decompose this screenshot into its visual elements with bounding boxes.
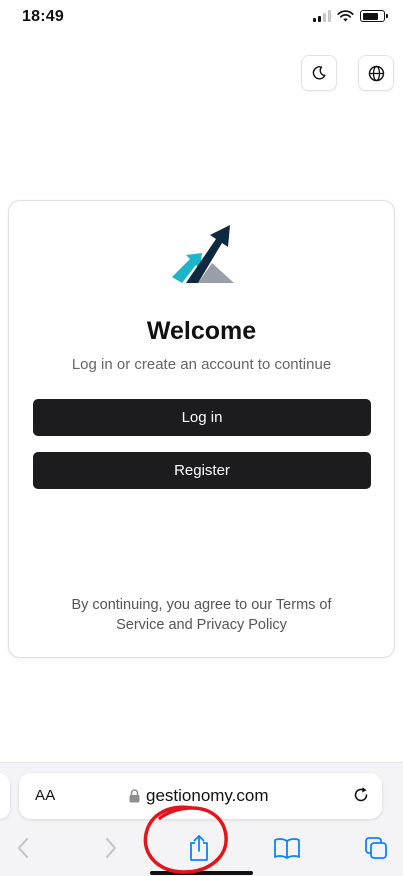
battery-icon bbox=[360, 10, 388, 22]
forward-button[interactable] bbox=[96, 833, 126, 863]
wifi-icon bbox=[337, 10, 354, 22]
url-text: gestionomy.com bbox=[146, 786, 269, 805]
reload-icon[interactable] bbox=[352, 786, 370, 804]
globe-icon bbox=[368, 65, 384, 81]
page-subtitle: Log in or create an account to continue bbox=[71, 356, 332, 373]
lock-icon bbox=[129, 789, 140, 803]
login-button[interactable]: Log in bbox=[33, 399, 371, 436]
app-logo bbox=[172, 225, 234, 283]
forward-icon bbox=[105, 837, 117, 859]
previous-tab-pill[interactable] bbox=[0, 773, 10, 819]
status-icons bbox=[313, 10, 388, 22]
share-icon bbox=[190, 835, 208, 861]
back-icon bbox=[17, 837, 29, 859]
language-button[interactable] bbox=[358, 55, 394, 91]
welcome-card: Welcome Log in or create an account to c… bbox=[8, 200, 395, 658]
bookmarks-button[interactable] bbox=[272, 833, 302, 863]
register-button[interactable]: Register bbox=[33, 452, 371, 489]
browser-toolbar: AA gestionomy.com bbox=[0, 762, 403, 876]
bookmarks-icon bbox=[274, 838, 300, 859]
moon-icon bbox=[312, 66, 326, 80]
cellular-signal-icon bbox=[313, 10, 331, 22]
status-bar: 18:49 bbox=[0, 0, 403, 36]
page-title: Welcome bbox=[146, 317, 257, 345]
home-indicator bbox=[150, 871, 253, 875]
page-settings-button[interactable]: AA bbox=[35, 787, 55, 804]
terms-text: By continuing, you agree to our Terms of… bbox=[71, 597, 332, 633]
share-button[interactable] bbox=[184, 833, 214, 863]
back-button[interactable] bbox=[8, 833, 38, 863]
tabs-button[interactable] bbox=[361, 833, 391, 863]
theme-toggle-button[interactable] bbox=[301, 55, 337, 91]
status-time: 18:49 bbox=[22, 8, 64, 25]
url-display[interactable]: gestionomy.com bbox=[129, 786, 269, 806]
tabs-icon bbox=[365, 837, 387, 859]
address-bar[interactable]: AA gestionomy.com bbox=[19, 773, 382, 819]
